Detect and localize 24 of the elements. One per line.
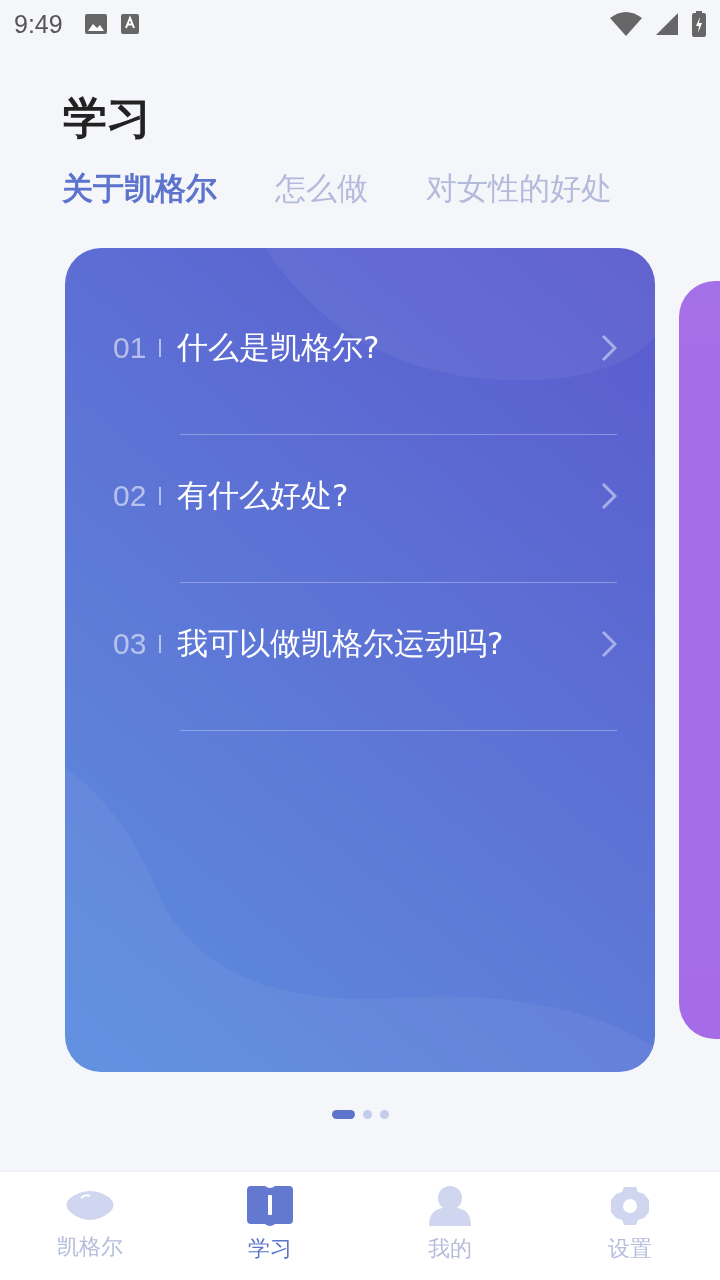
battery-icon [692,11,706,37]
question-number: 02 [113,478,148,513]
book-icon [247,1186,293,1226]
question-number: 01 [113,330,148,365]
chevron-right-icon [601,481,617,510]
category-tab[interactable]: 关于凯格尔 [62,168,217,210]
nav-item[interactable]: 学习 [180,1172,360,1280]
text-icon [120,14,139,34]
question-item[interactable]: 01 什么是凯格尔? [113,288,617,436]
page-title: 学习 [63,91,152,145]
status-time: 9:49 [14,9,63,39]
signal-icon [656,13,678,35]
question-text: 有什么好处? [177,475,350,515]
question-item[interactable]: 03 我可以做凯格尔运动吗? [113,584,617,732]
person-icon [429,1186,471,1226]
wifi-icon [610,12,642,36]
chevron-right-icon [601,333,617,362]
question-text: 我可以做凯格尔运动吗? [177,623,505,663]
question-number: 03 [113,626,148,661]
question-text: 什么是凯格尔? [177,327,381,367]
chevron-right-icon [601,629,617,658]
image-icon [84,14,107,34]
question-item[interactable]: 02 有什么好处? [113,436,617,584]
settings-icon [610,1186,650,1226]
